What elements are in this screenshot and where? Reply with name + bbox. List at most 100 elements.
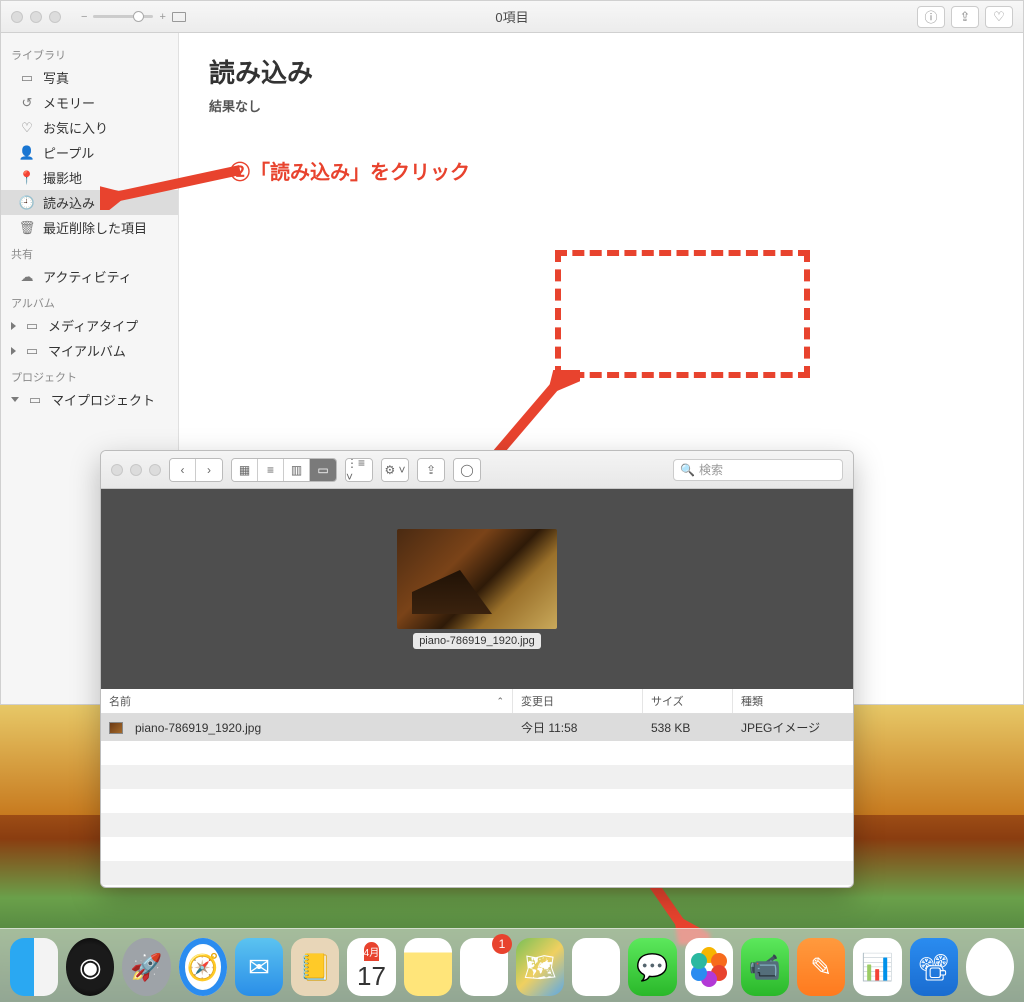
dock-calendar-icon[interactable]: 4月17 [347, 938, 395, 996]
back-button[interactable]: ‹ [170, 459, 196, 481]
photos-titlebar: −+ 0項目 ⓘ ⇪ ♡ [1, 1, 1023, 33]
dock-finder-icon[interactable] [10, 938, 58, 996]
search-input[interactable]: 🔍 検索 [673, 459, 843, 481]
sidebar-item-recently-deleted[interactable]: 🗑最近削除した項目 [1, 215, 178, 240]
dock-contacts-icon[interactable]: 📒 [291, 938, 339, 996]
view-icon-columns[interactable]: ▥ [284, 459, 310, 481]
nav-back-forward[interactable]: ‹› [169, 458, 223, 482]
action-menu-button[interactable]: ⚙ ˅ [382, 459, 408, 481]
page-title: 読み込み [209, 53, 993, 90]
trash-icon: 🗑 [19, 220, 35, 236]
sidebar-section-header: プロジェクト [1, 363, 178, 387]
tags-button[interactable]: ◯ [454, 459, 480, 481]
window-title: 0項目 [495, 7, 528, 26]
finder-list-body: piano-786919_1920.jpg 今日 11:58 538 KB JP… [101, 714, 853, 885]
sidebar-item-memories[interactable]: ↺メモリー [1, 90, 178, 115]
empty-row [101, 741, 853, 765]
forward-button[interactable]: › [196, 459, 222, 481]
share-segment[interactable]: ⇪ [417, 458, 445, 482]
favorite-button[interactable]: ♡ [985, 6, 1013, 28]
sidebar-item-media-types[interactable]: ▭メディアタイプ [1, 313, 178, 338]
sidebar-item-my-projects[interactable]: ▭マイプロジェクト [1, 387, 178, 412]
annotation-step2: ②「読み込み」をクリック [230, 156, 470, 185]
sidebar-section-header: 共有 [1, 240, 178, 264]
dock-facetime-icon[interactable]: 📹 [741, 938, 789, 996]
dock-3d-icon[interactable]: ③ [572, 938, 620, 996]
traffic-lights[interactable] [111, 464, 161, 476]
view-mode-segment[interactable]: ▦ ≡ ▥ ▭ [231, 458, 337, 482]
gallery-thumbnail[interactable]: piano-786919_1920.jpg [397, 529, 557, 649]
dock-maps-icon[interactable]: 🗺 [516, 938, 564, 996]
dock-siri-icon[interactable]: ◉ [66, 938, 114, 996]
reminders-badge: 1 [492, 934, 512, 954]
sidebar-section-header: アルバム [1, 289, 178, 313]
arrange-button[interactable]: ⋮≡ ˅ [346, 459, 372, 481]
sidebar-item-my-albums[interactable]: ▭マイアルバム [1, 338, 178, 363]
tags-segment[interactable]: ◯ [453, 458, 481, 482]
sidebar-section-header: ライブラリ [1, 41, 178, 65]
column-date[interactable]: 変更日 [513, 689, 643, 713]
empty-row [101, 837, 853, 861]
zoom-slider[interactable]: −+ [81, 11, 186, 23]
file-row[interactable]: piano-786919_1920.jpg 今日 11:58 538 KB JP… [101, 714, 853, 741]
traffic-lights[interactable] [11, 11, 61, 23]
search-placeholder: 検索 [699, 461, 723, 478]
page-subtitle: 結果なし [209, 96, 993, 115]
disclosure-triangle-icon[interactable] [11, 347, 16, 355]
sidebar-item-favorites[interactable]: ♡お気に入り [1, 115, 178, 140]
action-segment[interactable]: ⚙ ˅ [381, 458, 409, 482]
dock-reminders-icon[interactable]: 1 [460, 938, 508, 996]
piano-thumbnail [397, 529, 557, 629]
finder-toolbar: ‹› ▦ ≡ ▥ ▭ ⋮≡ ˅ ⚙ ˅ ⇪ ◯ 🔍 検索 [101, 451, 853, 489]
sidebar-item-people[interactable]: 👤ピープル [1, 140, 178, 165]
finder-window: ‹› ▦ ≡ ▥ ▭ ⋮≡ ˅ ⚙ ˅ ⇪ ◯ 🔍 検索 piano-786919… [100, 450, 854, 888]
dock-messages-icon[interactable]: 💬 [628, 938, 676, 996]
info-button[interactable]: ⓘ [917, 6, 945, 28]
folder-icon: ▭ [24, 318, 40, 334]
file-thumb-ic173 [109, 722, 123, 734]
dock-mail-icon[interactable]: ✉ [235, 938, 283, 996]
dock-safari-icon[interactable]: 🧭 [179, 938, 227, 996]
person-icon: 👤 [19, 145, 35, 161]
dock-photos-icon[interactable] [685, 938, 733, 996]
photo-stack-icon: ▭ [19, 70, 35, 86]
view-icon-list[interactable]: ≡ [258, 459, 284, 481]
memories-icon: ↺ [19, 95, 35, 111]
view-icon-gallery[interactable]: ▭ [310, 459, 336, 481]
finder-list-header[interactable]: 名前⌃ 変更日 サイズ 種類 [101, 689, 853, 714]
dock-numbers-icon[interactable]: 📊 [853, 938, 901, 996]
pin-icon: 📍 [19, 170, 35, 186]
dock: ◉ 🚀 🧭 ✉ 📒 4月17 1 🗺 ③ 💬 📹 ✎ 📊 📽 ♪ [0, 928, 1024, 1002]
view-icon-grid[interactable]: ▦ [232, 459, 258, 481]
clock-icon: 🕘 [19, 195, 35, 211]
empty-row [101, 861, 853, 885]
dock-pages-icon[interactable]: ✎ [797, 938, 845, 996]
cloud-icon: ☁ [19, 269, 35, 285]
sidebar-item-places[interactable]: 📍撮影地 [1, 165, 178, 190]
folder-icon: ▭ [27, 392, 43, 408]
empty-row [101, 765, 853, 789]
folder-icon: ▭ [24, 343, 40, 359]
finder-gallery-preview: piano-786919_1920.jpg [101, 489, 853, 689]
column-kind[interactable]: 種類 [733, 689, 853, 713]
empty-row [101, 789, 853, 813]
dock-itunes-icon[interactable]: ♪ [966, 938, 1014, 996]
share-button[interactable]: ⇪ [951, 6, 979, 28]
column-size[interactable]: サイズ [643, 689, 733, 713]
sidebar-item-activity[interactable]: ☁アクティビティ [1, 264, 178, 289]
share-button[interactable]: ⇪ [418, 459, 444, 481]
arrange-segment[interactable]: ⋮≡ ˅ [345, 458, 373, 482]
column-name[interactable]: 名前 [109, 693, 131, 709]
disclosure-triangle-icon[interactable] [11, 397, 19, 402]
search-icon: 🔍 [680, 463, 695, 477]
sidebar-item-import[interactable]: 🕘読み込み [1, 190, 178, 215]
dock-launchpad-icon[interactable]: 🚀 [122, 938, 170, 996]
empty-row [101, 813, 853, 837]
dock-notes-icon[interactable] [404, 938, 452, 996]
heart-icon: ♡ [19, 120, 35, 136]
sidebar-item-photos[interactable]: ▭写真 [1, 65, 178, 90]
gallery-filename: piano-786919_1920.jpg [413, 633, 541, 649]
dock-keynote-icon[interactable]: 📽 [910, 938, 958, 996]
photos-flower-icon [689, 947, 729, 987]
disclosure-triangle-icon[interactable] [11, 322, 16, 330]
